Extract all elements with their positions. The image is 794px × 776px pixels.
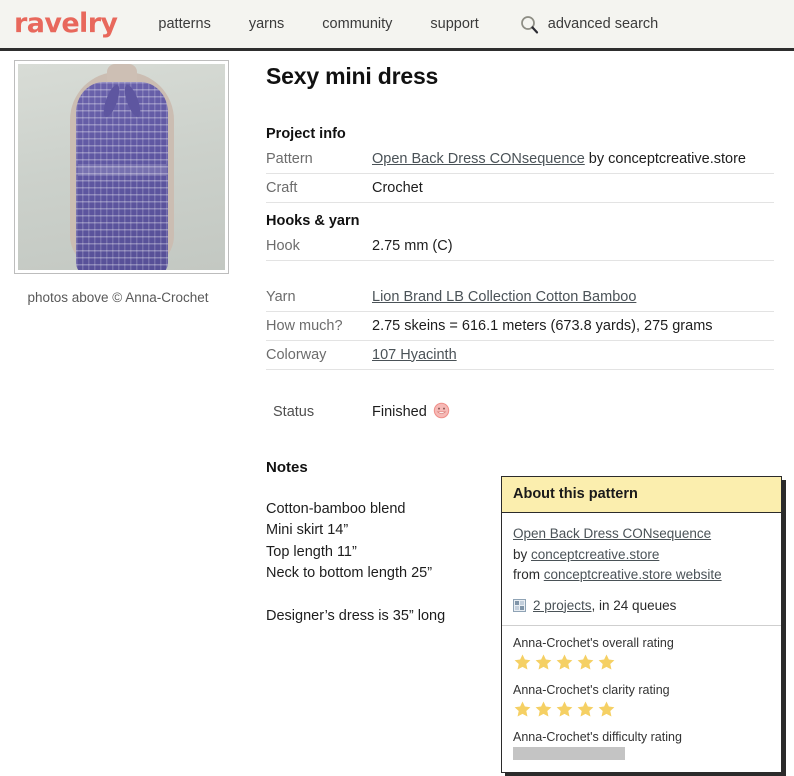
project-info-table: Project info Pattern Open Back Dress CON… bbox=[266, 116, 774, 370]
search-icon bbox=[520, 15, 538, 33]
star-icon bbox=[514, 701, 531, 717]
finished-smiley-icon bbox=[433, 402, 450, 423]
star-icon bbox=[577, 654, 594, 670]
row-label-how-much: How much? bbox=[266, 311, 372, 341]
table-row-hook: Hook 2.75 mm (C) bbox=[266, 232, 774, 261]
star-icon bbox=[556, 654, 573, 670]
rating-overall-stars bbox=[513, 653, 770, 672]
status-label: Status bbox=[273, 404, 315, 420]
section-heading-project-info: Project info bbox=[266, 116, 774, 145]
table-row-yarn: Yarn Lion Brand LB Collection Cotton Bam… bbox=[266, 282, 774, 312]
about-box-body: Open Back Dress CONsequence by conceptcr… bbox=[502, 513, 781, 760]
table-row-pattern: Pattern Open Back Dress CONsequence by c… bbox=[266, 145, 774, 174]
row-value-hook: 2.75 mm (C) bbox=[372, 232, 774, 261]
row-value-craft: Crochet bbox=[372, 173, 774, 203]
row-label-craft: Craft bbox=[266, 173, 372, 203]
page-title: Sexy mini dress bbox=[266, 63, 439, 89]
rating-clarity-stars bbox=[513, 700, 770, 719]
notes-body: Cotton-bamboo blend Mini skirt 14” Top l… bbox=[266, 500, 446, 625]
star-icon bbox=[598, 701, 615, 717]
about-source-link[interactable]: conceptcreative.store website bbox=[544, 567, 722, 582]
row-label-pattern: Pattern bbox=[266, 145, 372, 174]
star-icon bbox=[514, 654, 531, 670]
yarn-link[interactable]: Lion Brand LB Collection Cotton Bamboo bbox=[372, 289, 636, 305]
star-icon bbox=[577, 701, 594, 717]
status-value: Finished bbox=[372, 404, 427, 420]
section-heading-hooks-yarn: Hooks & yarn bbox=[266, 203, 774, 233]
about-queues-suffix: , in 24 queues bbox=[591, 597, 677, 613]
about-box-header: About this pattern bbox=[502, 477, 781, 513]
table-spacer-row bbox=[266, 261, 774, 283]
main-nav: patterns yarns community support advance… bbox=[139, 15, 658, 34]
colorway-link[interactable]: 107 Hyacinth bbox=[372, 347, 457, 363]
halter-strap-right bbox=[121, 83, 143, 119]
rating-difficulty-label: Anna-Crochet's difficulty rating bbox=[513, 729, 682, 744]
project-photo-frame[interactable] bbox=[14, 60, 229, 274]
rating-overall: Anna-Crochet's overall rating bbox=[513, 626, 770, 672]
project-photo bbox=[18, 64, 225, 270]
section-label-project-info: Project info bbox=[266, 126, 346, 142]
advanced-search-link[interactable]: advanced search bbox=[498, 15, 658, 34]
halter-strap-left bbox=[100, 83, 122, 119]
star-icon bbox=[535, 701, 552, 717]
star-icon bbox=[535, 654, 552, 670]
star-icon bbox=[556, 701, 573, 717]
pattern-link[interactable]: Open Back Dress CONsequence bbox=[372, 151, 585, 167]
advanced-search-label: advanced search bbox=[547, 16, 659, 32]
about-by-prefix: by bbox=[513, 546, 532, 562]
table-spacer-cell bbox=[266, 261, 774, 283]
table-row-how-much: How much? 2.75 skeins = 616.1 meters (67… bbox=[266, 311, 774, 341]
about-projects-link[interactable]: 2 projects bbox=[533, 598, 592, 613]
status-row: Status Finished bbox=[266, 402, 782, 423]
row-label-hook: Hook bbox=[266, 232, 372, 261]
ravelry-logo[interactable]: ravelry bbox=[14, 10, 118, 37]
table-row-craft: Craft Crochet bbox=[266, 173, 774, 203]
about-designer-line: by conceptcreative.store bbox=[513, 545, 770, 566]
row-value-pattern: Open Back Dress CONsequence by conceptcr… bbox=[372, 145, 774, 174]
about-projects-row: 2 projects, in 24 queues bbox=[513, 598, 770, 613]
row-label-colorway: Colorway bbox=[266, 340, 372, 370]
table-row-colorway: Colorway 107 Hyacinth bbox=[266, 340, 774, 370]
star-icon bbox=[598, 654, 615, 670]
page-body: photos above © Anna-Crochet Sexy mini dr… bbox=[0, 51, 794, 776]
notes-heading: Notes bbox=[266, 458, 308, 476]
dress-waistband bbox=[77, 164, 166, 176]
row-value-how-much: 2.75 skeins = 616.1 meters (673.8 yards)… bbox=[372, 311, 774, 341]
rating-difficulty: Anna-Crochet's difficulty rating bbox=[513, 730, 770, 760]
site-header: ravelry patterns yarns community support… bbox=[0, 0, 794, 51]
nav-item-patterns[interactable]: patterns bbox=[139, 16, 229, 32]
about-this-pattern-box: About this pattern Open Back Dress CONse… bbox=[501, 476, 782, 773]
photo-credit: photos above © Anna-Crochet bbox=[27, 290, 209, 305]
about-from-prefix: from bbox=[513, 567, 544, 582]
about-pattern-line: Open Back Dress CONsequence bbox=[513, 524, 770, 545]
rating-clarity: Anna-Crochet's clarity rating bbox=[513, 683, 770, 719]
pattern-designer-suffix: by conceptcreative.store bbox=[584, 151, 746, 167]
about-pattern-link[interactable]: Open Back Dress CONsequence bbox=[513, 526, 711, 541]
row-value-colorway: 107 Hyacinth bbox=[372, 340, 774, 370]
rating-overall-label: Anna-Crochet's overall rating bbox=[513, 635, 674, 650]
row-label-yarn: Yarn bbox=[266, 282, 372, 312]
about-source-line: from conceptcreative.store website bbox=[513, 565, 770, 586]
crochet-dress bbox=[75, 82, 168, 270]
about-designer-link[interactable]: conceptcreative.store bbox=[531, 547, 659, 562]
projects-grid-icon bbox=[513, 598, 526, 612]
nav-item-community[interactable]: community bbox=[303, 16, 411, 32]
nav-item-support[interactable]: support bbox=[411, 16, 497, 32]
row-value-yarn: Lion Brand LB Collection Cotton Bamboo bbox=[372, 282, 774, 312]
rating-difficulty-bar bbox=[513, 746, 625, 760]
section-label-hooks-yarn: Hooks & yarn bbox=[266, 213, 360, 229]
photo-column: photos above © Anna-Crochet bbox=[0, 51, 258, 305]
nav-item-yarns[interactable]: yarns bbox=[230, 16, 303, 32]
rating-clarity-label: Anna-Crochet's clarity rating bbox=[513, 682, 670, 697]
